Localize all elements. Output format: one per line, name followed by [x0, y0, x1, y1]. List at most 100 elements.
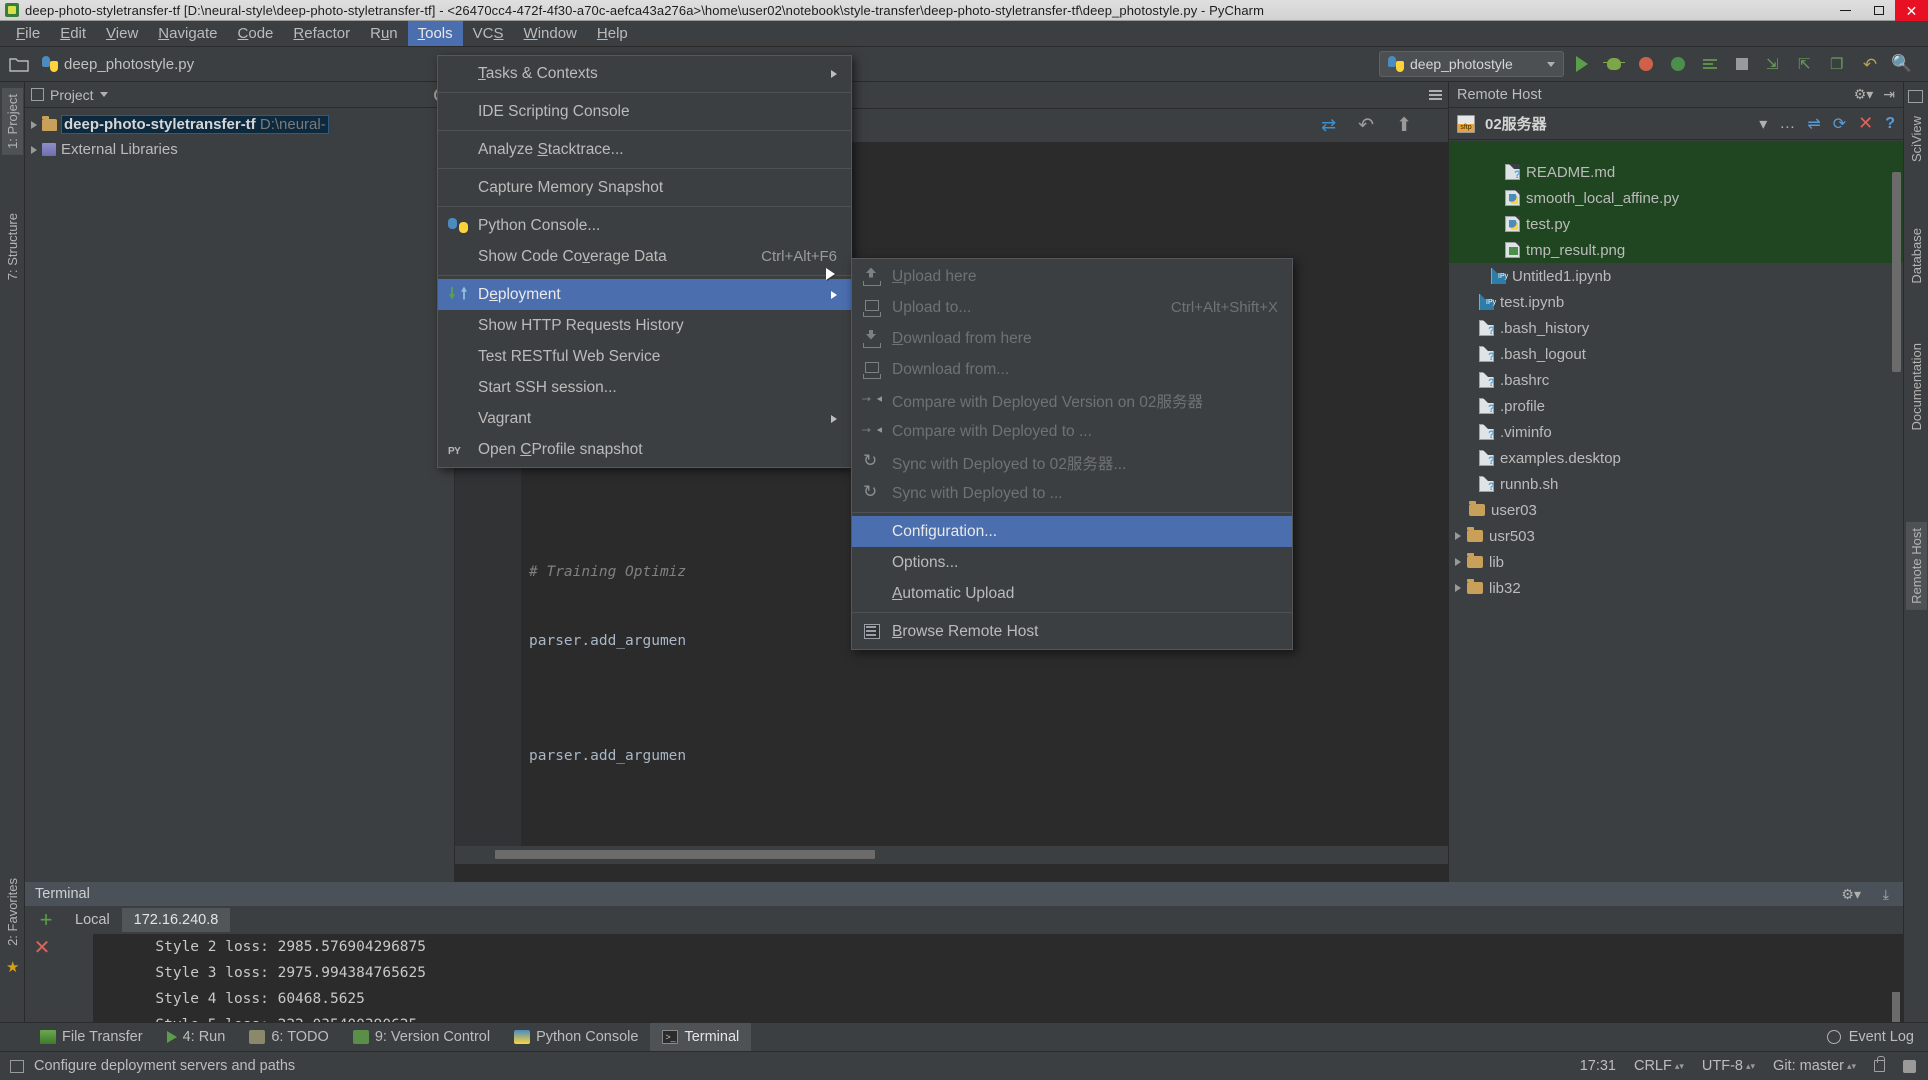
- menu-edit[interactable]: Edit: [50, 21, 96, 46]
- menu-item-show-code-coverage-data[interactable]: Show Code Coverage Data Ctrl+Alt+F6: [438, 241, 851, 272]
- help-icon[interactable]: ?: [1885, 115, 1895, 133]
- submenu-item-options[interactable]: Options...: [852, 547, 1292, 578]
- submenu-item-automatic-upload[interactable]: Automatic Upload: [852, 578, 1292, 609]
- menu-navigate[interactable]: Navigate: [148, 21, 227, 46]
- tool-window-run[interactable]: 4: Run: [155, 1023, 238, 1052]
- menu-tools[interactable]: Tools: [408, 21, 463, 46]
- expand-arrow-icon[interactable]: [1455, 584, 1461, 592]
- event-log-button[interactable]: Event Log: [1827, 1029, 1928, 1045]
- remote-folder-row[interactable]: lib: [1449, 549, 1903, 575]
- submenu-item-compare-with-deployed-to[interactable]: Compare with Deployed to ...: [852, 416, 1292, 447]
- remote-server-name[interactable]: 02服务器: [1485, 113, 1547, 134]
- menu-vcs[interactable]: VCS: [463, 21, 514, 46]
- menu-help[interactable]: Help: [587, 21, 638, 46]
- lock-icon[interactable]: [1874, 1060, 1885, 1072]
- menu-item-capture-memory-snapshot[interactable]: Capture Memory Snapshot: [438, 172, 851, 203]
- menu-item-test-restful-web-service[interactable]: Test RESTful Web Service: [438, 341, 851, 372]
- menu-refactor[interactable]: Refactor: [283, 21, 360, 46]
- remote-file-row[interactable]: test.ipynb: [1449, 289, 1903, 315]
- delete-icon[interactable]: ✕: [1858, 113, 1873, 134]
- submenu-item-download-from[interactable]: Download from...: [852, 354, 1292, 385]
- submenu-item-browse-remote-host[interactable]: Browse Remote Host: [852, 616, 1292, 647]
- attach-button[interactable]: [1696, 50, 1724, 78]
- terminal-output[interactable]: Style 2 loss: 2985.576904296875 Style 3 …: [93, 934, 1903, 1022]
- tool-window-version-control[interactable]: 9: Version Control: [341, 1023, 502, 1052]
- menu-file[interactable]: File: [6, 21, 50, 46]
- new-terminal-tab-button[interactable]: +: [29, 909, 63, 931]
- menu-item-analyze-stacktrace[interactable]: Analyze Stacktrace...: [438, 134, 851, 165]
- chevron-down-icon[interactable]: [100, 92, 108, 97]
- status-encoding[interactable]: UTF-8 ▴▾: [1702, 1058, 1755, 1074]
- remote-file-row[interactable]: tmp_result.png: [1449, 237, 1903, 263]
- menu-item-deployment[interactable]: Deployment: [438, 279, 851, 310]
- gear-icon[interactable]: ⚙▾: [1854, 86, 1874, 103]
- search-everywhere-button[interactable]: 🔍: [1888, 50, 1916, 78]
- submenu-item-sync-with-deployed-to-server[interactable]: Sync with Deployed to 02服务器...: [852, 447, 1292, 478]
- menu-item-show-http-requests-history[interactable]: Show HTTP Requests History: [438, 310, 851, 341]
- expand-arrow-icon[interactable]: [1455, 532, 1461, 540]
- gear-icon[interactable]: ⚙▾: [1841, 886, 1861, 903]
- sync-icon[interactable]: ⇄: [1321, 115, 1336, 136]
- vcs-history-button[interactable]: ❐: [1824, 50, 1852, 78]
- memory-indicator-icon[interactable]: [1903, 1060, 1916, 1073]
- tree-node-external-libraries[interactable]: External Libraries: [25, 137, 454, 162]
- tool-window-terminal[interactable]: >_ Terminal: [650, 1023, 751, 1052]
- menu-window[interactable]: Window: [514, 21, 587, 46]
- remote-file-row[interactable]: README.md: [1449, 159, 1903, 185]
- menu-item-ide-scripting-console[interactable]: IDE Scripting Console: [438, 96, 851, 127]
- remote-file-row[interactable]: test.py: [1449, 211, 1903, 237]
- tool-window-file-transfer[interactable]: File Transfer: [28, 1023, 155, 1052]
- close-terminal-button[interactable]: ✕: [25, 938, 59, 958]
- remote-folder-row[interactable]: user03: [1449, 497, 1903, 523]
- submenu-item-upload-to[interactable]: Upload to... Ctrl+Alt+Shift+X: [852, 292, 1292, 323]
- run-button[interactable]: [1568, 50, 1596, 78]
- status-branch[interactable]: Git: master ▴▾: [1773, 1058, 1856, 1074]
- remote-panel-scrollbar[interactable]: [1892, 172, 1901, 372]
- remote-file-row[interactable]: Untitled1.ipynb: [1449, 263, 1903, 289]
- menu-item-python-console[interactable]: Python Console...: [438, 210, 851, 241]
- tool-window-todo[interactable]: 6: TODO: [237, 1023, 340, 1052]
- expand-arrow-icon[interactable]: [1455, 558, 1461, 566]
- menu-item-vagrant[interactable]: Vagrant: [438, 403, 851, 434]
- run-configuration-selector[interactable]: deep_photostyle: [1379, 51, 1564, 77]
- terminal-tab-remote[interactable]: 172.16.240.8: [122, 908, 231, 932]
- menu-item-open-cprofile-snapshot[interactable]: PY Open CProfile snapshot: [438, 434, 851, 465]
- profile-button[interactable]: [1664, 50, 1692, 78]
- minimize-button[interactable]: [1829, 0, 1862, 21]
- submenu-item-sync-with-deployed-to[interactable]: Sync with Deployed to ...: [852, 478, 1292, 509]
- rollback-icon[interactable]: ↶: [1358, 114, 1374, 137]
- stop-button[interactable]: [1728, 50, 1756, 78]
- remote-file-row[interactable]: .viminfo: [1449, 419, 1903, 445]
- hide-panel-icon[interactable]: ⇥: [1883, 86, 1895, 103]
- status-line-separator[interactable]: CRLF ▴▾: [1634, 1058, 1684, 1074]
- more-options-icon[interactable]: …: [1779, 115, 1795, 133]
- menu-view[interactable]: View: [96, 21, 148, 46]
- remote-file-row[interactable]: .profile: [1449, 393, 1903, 419]
- submenu-item-download-from-here[interactable]: Download from here: [852, 323, 1292, 354]
- remote-file-row[interactable]: .bashrc: [1449, 367, 1903, 393]
- open-folder-icon[interactable]: [4, 49, 34, 79]
- remote-file-row[interactable]: runnb.sh: [1449, 471, 1903, 497]
- refresh-icon[interactable]: ⟳: [1833, 114, 1846, 134]
- sidebar-tab-structure[interactable]: 7: Structure: [2, 207, 23, 286]
- tab-list-icon[interactable]: [1429, 90, 1442, 100]
- sidebar-tab-favorites[interactable]: 2: Favorites: [2, 872, 23, 952]
- maximize-button[interactable]: [1862, 0, 1895, 21]
- menu-item-tasks-contexts[interactable]: Tasks & Contexts: [438, 58, 851, 89]
- submenu-item-upload-here[interactable]: Upload here: [852, 261, 1292, 292]
- remote-file-row[interactable]: examples.desktop: [1449, 445, 1903, 471]
- menu-code[interactable]: Code: [228, 21, 284, 46]
- remote-folder-row[interactable]: lib32: [1449, 575, 1903, 601]
- coverage-button[interactable]: [1632, 50, 1660, 78]
- remote-folder-row[interactable]: usr503: [1449, 523, 1903, 549]
- menu-item-start-ssh-session[interactable]: Start SSH session...: [438, 372, 851, 403]
- scrollbar-thumb[interactable]: [495, 850, 875, 859]
- chevron-down-icon[interactable]: ▾: [1759, 114, 1767, 134]
- sidebar-tab-database[interactable]: Database: [1906, 222, 1927, 290]
- hide-panel-icon[interactable]: ⤓: [1883, 886, 1889, 903]
- expand-arrow-icon[interactable]: [31, 121, 37, 129]
- tree-node-project-root[interactable]: deep-photo-styletransfer-tf D:\neural-: [25, 112, 454, 137]
- terminal-tab-local[interactable]: Local: [63, 908, 122, 932]
- sync-browse-icon[interactable]: ⇌: [1807, 114, 1820, 134]
- tool-window-python-console[interactable]: Python Console: [502, 1023, 650, 1052]
